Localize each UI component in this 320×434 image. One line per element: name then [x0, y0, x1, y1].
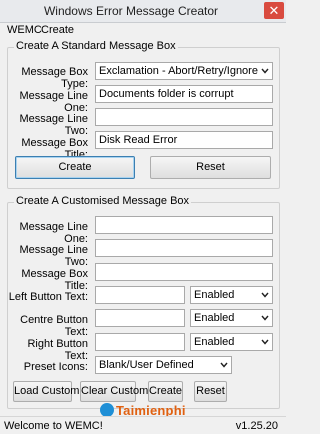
- cust-title-input[interactable]: [95, 263, 273, 281]
- custom-create-button[interactable]: Create: [148, 381, 183, 402]
- left-button-state-select[interactable]: Enabled: [190, 286, 273, 304]
- cust-title-label: Message Box Title:: [21, 268, 88, 292]
- chevron-down-icon: [261, 315, 269, 321]
- standard-group-title: Create A Standard Message Box: [14, 40, 178, 52]
- left-button-label: Left Button Text:: [8, 291, 88, 303]
- window-title: Windows Error Message Creator: [43, 4, 219, 18]
- right-button-label: Right Button Text:: [27, 338, 88, 362]
- std-create-button[interactable]: Create: [15, 156, 135, 179]
- chevron-down-icon: [220, 362, 228, 368]
- chevron-down-icon: [261, 292, 269, 298]
- std-line2-label: Message Line Two:: [19, 113, 89, 137]
- centre-button-state-select[interactable]: Enabled: [190, 309, 273, 327]
- std-title-input[interactable]: Disk Read Error: [95, 131, 273, 149]
- right-button-input[interactable]: [95, 333, 185, 351]
- cust-line2-label: Message Line Two:: [19, 244, 89, 268]
- centre-button-label: Centre Button Text:: [20, 314, 88, 338]
- message-type-select[interactable]: Exclamation - Abort/Retry/Ignore: [95, 62, 273, 80]
- cust-line1-label: Message Line One:: [19, 221, 89, 245]
- preset-icons-label: Preset Icons:: [23, 361, 88, 373]
- menu-bar: WEMC Create: [0, 23, 286, 39]
- status-bar: Welcome to WEMC! v1.25.20: [0, 416, 286, 434]
- chevron-down-icon: [261, 68, 269, 74]
- title-bar: Windows Error Message Creator ✕: [0, 0, 286, 23]
- std-line2-input[interactable]: [95, 108, 273, 126]
- right-button-state-select[interactable]: Enabled: [190, 333, 273, 351]
- cust-line2-input[interactable]: [95, 239, 273, 257]
- watermark-logo-icon: [100, 403, 114, 417]
- status-message: Welcome to WEMC!: [4, 420, 103, 432]
- preset-icons-value: Blank/User Defined: [99, 359, 194, 371]
- std-reset-button[interactable]: Reset: [150, 156, 271, 179]
- chevron-down-icon: [261, 339, 269, 345]
- std-line1-label: Message Line One:: [19, 90, 89, 114]
- std-line1-input[interactable]: Documents folder is corrupt: [95, 85, 273, 103]
- menu-create[interactable]: Create: [41, 24, 74, 36]
- custom-group-title: Create A Customised Message Box: [14, 195, 192, 207]
- centre-button-input[interactable]: [95, 309, 185, 327]
- close-icon[interactable]: ✕: [264, 2, 284, 19]
- type-label: Message Box Type:: [21, 66, 88, 90]
- load-custom-button[interactable]: Load Custom: [13, 381, 79, 402]
- left-button-input[interactable]: [95, 286, 185, 304]
- version-label: v1.25.20: [235, 420, 278, 432]
- centre-button-state-value: Enabled: [194, 312, 235, 324]
- preset-icons-select[interactable]: Blank/User Defined: [95, 356, 232, 374]
- cust-line1-input[interactable]: [95, 216, 273, 234]
- left-button-state-value: Enabled: [194, 289, 235, 301]
- menu-wemc[interactable]: WEMC: [7, 24, 42, 36]
- message-type-value: Exclamation - Abort/Retry/Ignore: [99, 65, 258, 77]
- clear-custom-button[interactable]: Clear Custom: [80, 381, 148, 402]
- right-button-state-value: Enabled: [194, 336, 235, 348]
- custom-reset-button[interactable]: Reset: [194, 381, 227, 402]
